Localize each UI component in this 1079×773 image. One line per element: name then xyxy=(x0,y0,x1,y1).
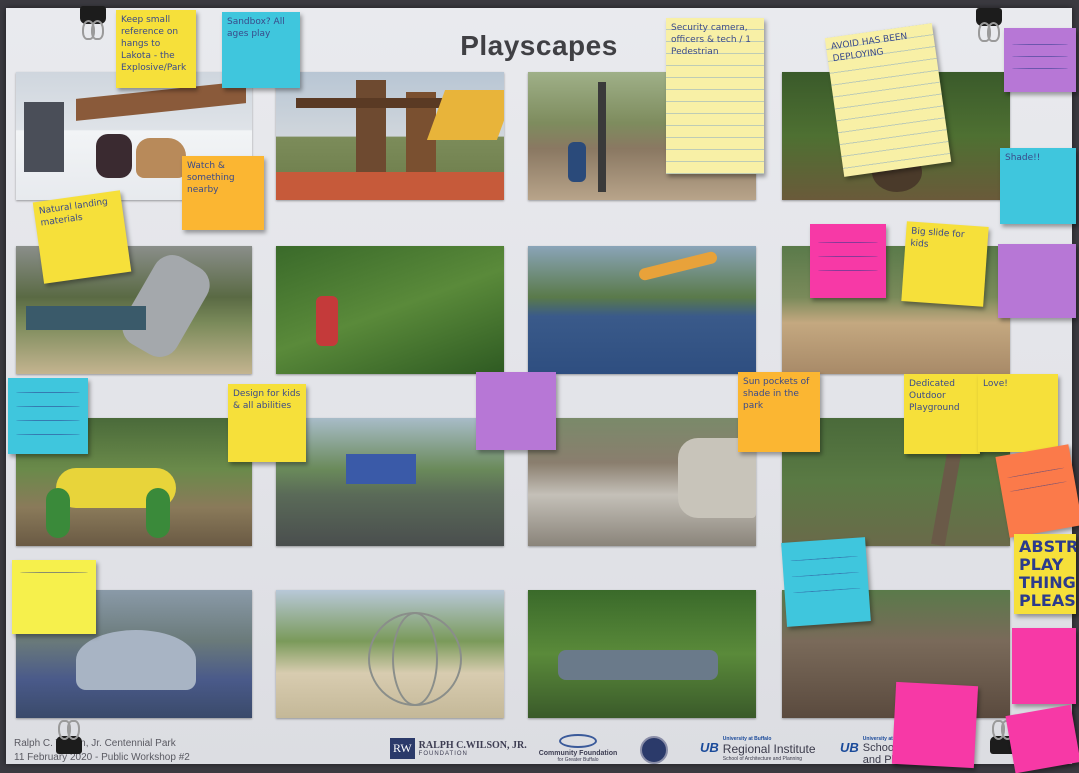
logo-sub: FOUNDATION xyxy=(418,751,468,757)
sticky-note-text: ABSTRACT PLAY THING PLEASE! xyxy=(1019,537,1076,610)
community-foundation-icon xyxy=(559,734,597,748)
sticky-note-text: Sandbox? All ages play xyxy=(227,17,285,39)
photo-treehouse xyxy=(276,72,504,200)
sticky-note-text: Dedicated Outdoor Playground xyxy=(909,379,960,413)
binder-clip-icon xyxy=(56,736,82,754)
park-name: Ralph C. Wilson, Jr. Centennial Park xyxy=(14,738,176,749)
event-date: 11 February 2020 - Public Workshop #2 xyxy=(14,752,190,763)
sticky-note[interactable]: AVOID HAS BEEN DEPLOYING xyxy=(824,23,952,177)
sticky-note[interactable]: Big slide for kids xyxy=(901,221,989,307)
sticky-note-text: Keep small reference on hangs to Lakota … xyxy=(121,15,187,73)
photo-rope-play xyxy=(276,418,504,546)
sticky-note[interactable]: Dedicated Outdoor Playground xyxy=(904,374,980,454)
sticky-note[interactable] xyxy=(12,560,96,634)
sticky-note-text: Sun pockets of shade in the park xyxy=(743,377,810,411)
logo-sub: for Greater Buffalo xyxy=(557,757,599,763)
sticky-note-text: Design for kids & all abilities xyxy=(233,389,301,411)
logo-sub: School of Architecture and Planning xyxy=(722,756,802,762)
sticky-note[interactable] xyxy=(8,378,88,454)
sticky-note[interactable]: Sandbox? All ages play xyxy=(222,12,300,88)
sticky-note-text: Big slide for kids xyxy=(909,226,965,250)
sticky-note[interactable]: Keep small reference on hangs to Lakota … xyxy=(116,10,196,88)
photo-outdoor-table xyxy=(528,590,756,718)
logo-name: Community Foundation xyxy=(538,750,618,757)
sticky-note[interactable]: ABSTRACT PLAY THING PLEASE! xyxy=(1014,534,1076,614)
logo-mark-rw: RW xyxy=(390,738,415,759)
sticky-note[interactable] xyxy=(781,537,871,627)
sticky-note[interactable]: Security camera, officers & tech / 1 Ped… xyxy=(666,18,764,174)
sticky-note[interactable] xyxy=(995,444,1079,538)
ub-regional-institute-logo: UB University at Buffalo Regional Instit… xyxy=(700,736,816,762)
sticky-note-text: AVOID HAS BEEN DEPLOYING xyxy=(830,31,908,65)
logo-name: RALPH C.WILSON, JR. xyxy=(418,740,527,751)
city-seal-icon xyxy=(640,736,668,764)
sticky-note[interactable]: Love! xyxy=(978,374,1058,452)
sticky-note[interactable] xyxy=(1012,628,1076,704)
sticky-note-text: Natural landing materials xyxy=(38,197,109,229)
sticky-note[interactable] xyxy=(476,372,556,450)
sticky-note[interactable]: Watch & something nearby xyxy=(182,156,264,230)
photo-spherical-climber xyxy=(276,590,504,718)
sticky-note[interactable] xyxy=(998,244,1076,318)
sticky-note-text: Love! xyxy=(983,379,1008,389)
logo-name: Regional Institute xyxy=(722,742,816,756)
ub-mark: UB xyxy=(840,740,859,755)
binder-clip-icon xyxy=(80,6,106,40)
sticky-note[interactable] xyxy=(891,681,979,769)
sticky-note[interactable] xyxy=(1004,28,1076,92)
ub-mark: UB xyxy=(700,740,719,755)
sticky-note-text: Security camera, officers & tech / 1 Ped… xyxy=(671,23,752,57)
photo-climbing-greenery xyxy=(276,246,504,374)
sticky-note[interactable]: Natural landing materials xyxy=(32,190,132,284)
photo-swings xyxy=(528,246,756,374)
sticky-note-text: Shade!! xyxy=(1005,153,1041,163)
wilson-foundation-logo: RW RALPH C.WILSON, JR. FOUNDATION xyxy=(390,738,527,759)
photo-water-rocks xyxy=(528,418,756,546)
binder-clip-icon xyxy=(976,8,1002,42)
sticky-note[interactable] xyxy=(1005,704,1079,773)
sticky-note[interactable] xyxy=(810,224,886,298)
sticky-note[interactable]: Sun pockets of shade in the park xyxy=(738,372,820,452)
sticky-note[interactable]: Design for kids & all abilities xyxy=(228,384,306,462)
sticky-note[interactable]: Shade!! xyxy=(1000,148,1076,224)
sticky-note-text: Watch & something nearby xyxy=(187,161,235,195)
community-foundation-logo: Community Foundation for Greater Buffalo xyxy=(538,734,618,763)
